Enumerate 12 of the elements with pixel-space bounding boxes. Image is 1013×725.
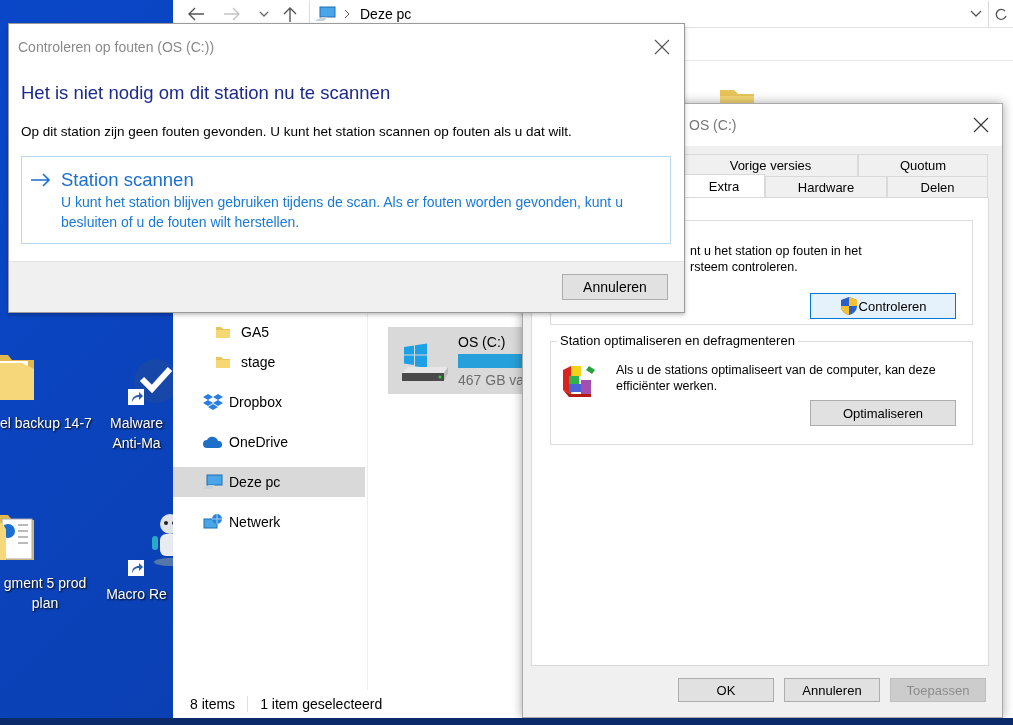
option-description: U kunt het station blijven gebruiken tijdens de scan. Als er fouten worden gevonden, kunt u besluiten of u de fouten wilt herstellen. xyxy=(61,193,624,232)
option-title: Station scannen xyxy=(61,169,195,191)
group-title: Station optimaliseren en defragmenteren xyxy=(557,333,798,348)
description-text: nt u het station op fouten in het rsteem controleren. xyxy=(690,243,862,275)
dialog-heading: Het is niet nodig om dit station nu te scannen xyxy=(21,82,392,104)
drive-name: OS (C:) xyxy=(458,333,506,350)
window-title: Controleren op fouten (OS (C:)) xyxy=(18,39,216,55)
description-text: Als u de stations optimaliseert van de computer, kan deze efficiënter werken. xyxy=(616,362,936,394)
dialog-message: Op dit station zijn geen fouten gevonden. U kunt het station scannen op fouten als u dat wilt. xyxy=(21,124,573,139)
status-text: 1 item geselecteerd xyxy=(260,696,383,712)
status-text: 8 items xyxy=(190,696,236,712)
window-title: OS (C:) xyxy=(689,117,738,133)
